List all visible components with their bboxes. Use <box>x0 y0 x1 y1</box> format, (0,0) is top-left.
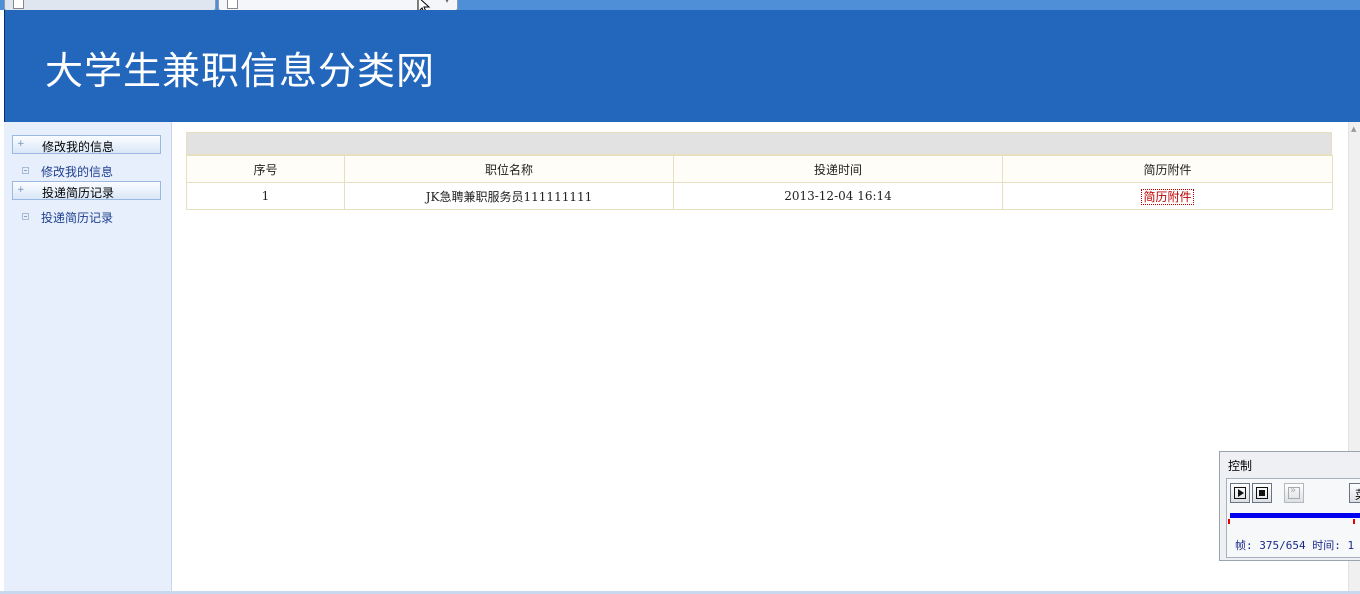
menu-button[interactable]: 菜 <box>1349 483 1360 503</box>
progress-start-marker <box>1228 519 1230 524</box>
expand-icon: + <box>17 139 25 149</box>
sidebar-group-label: 投递简历记录 <box>42 186 115 200</box>
resume-attachment-link[interactable]: 简历附件 <box>1141 188 1194 205</box>
step-forward-button[interactable] <box>1284 483 1304 503</box>
control-panel-title: 控制 <box>1228 459 1253 473</box>
progress-end-marker <box>1353 519 1355 524</box>
play-icon <box>1234 487 1246 499</box>
sidebar-group-label: 修改我的信息 <box>42 140 115 154</box>
resume-records-table: 序号 职位名称 投递时间 简历附件 1 JK急聘兼职服务员111111111 2… <box>186 155 1333 210</box>
stop-icon <box>1256 487 1268 499</box>
cell-index: 1 <box>186 182 345 210</box>
sidebar-item-label: 修改我的信息 <box>41 165 114 179</box>
cell-attachment: 简历附件 <box>1002 182 1333 210</box>
column-header-time: 投递时间 <box>673 155 1003 183</box>
page-icon <box>13 0 24 9</box>
menu-button-label: 菜 <box>1355 486 1360 503</box>
tree-node-icon <box>22 213 29 220</box>
sidebar-item-label: 投递简历记录 <box>41 211 114 225</box>
step-forward-icon <box>1288 485 1300 499</box>
table-header-row: 序号 职位名称 投递时间 简历附件 <box>186 155 1333 183</box>
sidebar: + 修改我的信息 修改我的信息 + 投递简历记录 投递简历记录 <box>4 122 172 592</box>
table-row: 1 JK急聘兼职服务员111111111 2013-12-04 16:14 简历… <box>186 182 1333 210</box>
column-header-attachment: 简历附件 <box>1002 155 1333 183</box>
scroll-up-icon[interactable]: ▲ <box>1351 125 1356 133</box>
browser-tab[interactable] <box>4 0 216 10</box>
stop-button[interactable] <box>1252 483 1272 503</box>
sidebar-group-edit-info[interactable]: + 修改我的信息 <box>12 135 161 154</box>
site-title: 大学生兼职信息分类网 <box>45 49 436 93</box>
frame-time-readout: 帧: 375/654 时间: 1 <box>1235 539 1355 552</box>
playback-progress-bar[interactable] <box>1230 513 1360 518</box>
table-title-bar <box>186 132 1332 155</box>
page-icon <box>227 0 238 9</box>
play-button[interactable] <box>1230 483 1250 503</box>
tree-node-icon <box>22 167 29 174</box>
chevron-down-icon[interactable]: ▾ <box>445 0 449 5</box>
sidebar-group-resume-records[interactable]: + 投递简历记录 <box>12 181 161 200</box>
browser-tab-strip: ▾ <box>0 0 1360 10</box>
cell-position: JK急聘兼职服务员111111111 <box>344 182 674 210</box>
column-header-index: 序号 <box>186 155 345 183</box>
cell-time: 2013-12-04 16:14 <box>673 182 1003 210</box>
expand-icon: + <box>17 185 25 195</box>
column-header-position: 职位名称 <box>344 155 674 183</box>
site-header: 大学生兼职信息分类网 <box>4 10 1360 122</box>
playback-control-panel: 控制 菜 帧: 375/654 时间: 1 <box>1219 451 1360 561</box>
control-panel-body: 菜 帧: 375/654 时间: 1 <box>1226 478 1360 558</box>
